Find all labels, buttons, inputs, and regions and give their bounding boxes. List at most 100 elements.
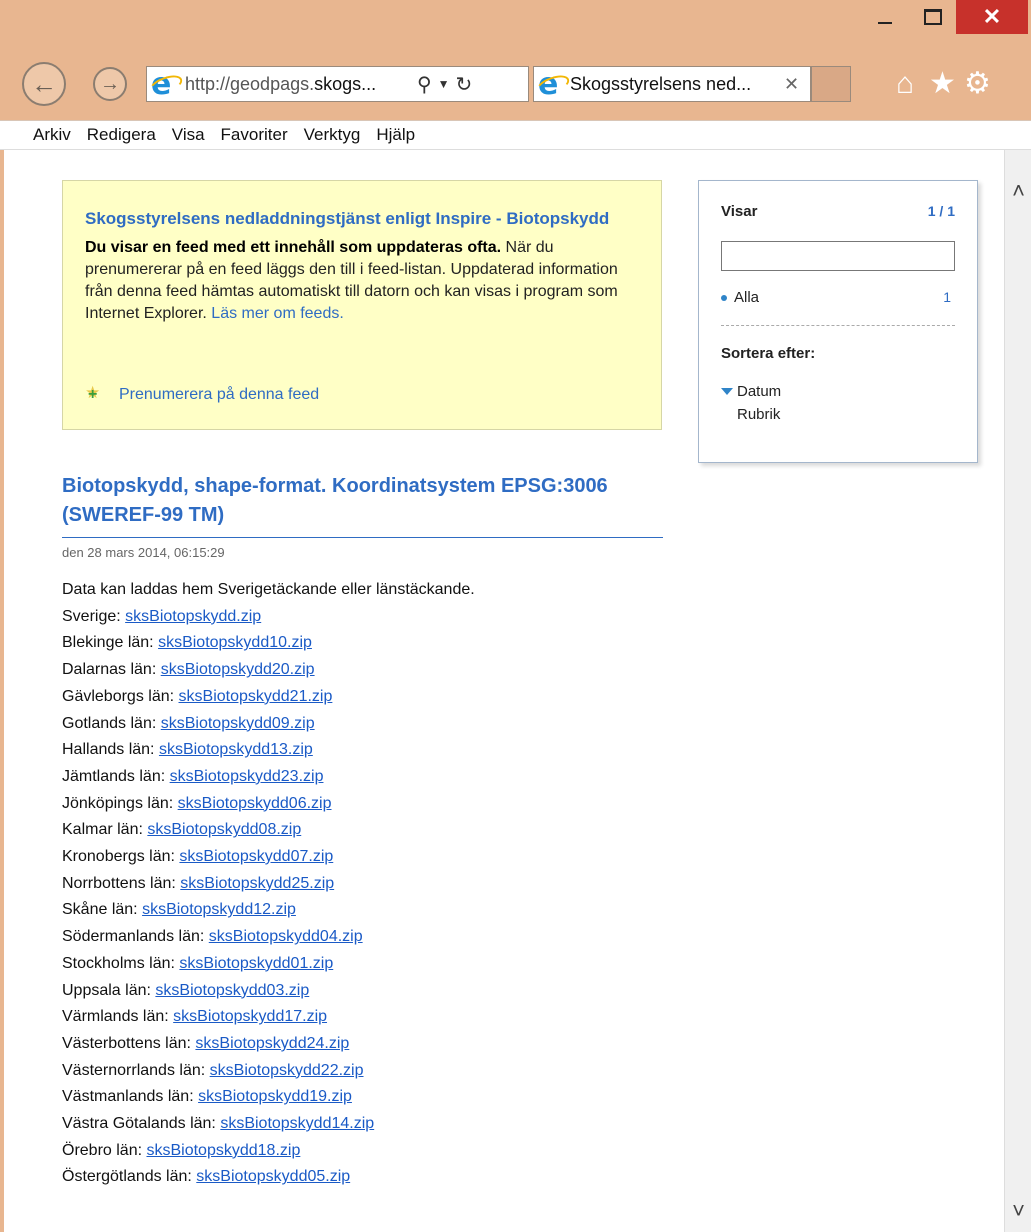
download-link[interactable]: sksBiotopskydd19.zip: [198, 1088, 352, 1105]
download-link[interactable]: sksBiotopskydd07.zip: [179, 848, 333, 865]
subscribe-link[interactable]: ★ + Prenumerera på denna feed: [85, 383, 319, 404]
download-region-label: Uppsala län:: [62, 981, 156, 999]
download-link[interactable]: sksBiotopskydd25.zip: [180, 875, 334, 892]
menu-verktyg[interactable]: Verktyg: [296, 125, 369, 145]
sort-by-title[interactable]: Rubrik: [737, 406, 780, 423]
menu-redigera[interactable]: Redigera: [79, 125, 164, 145]
download-row: Västmanlands län: sksBiotopskydd19.zip: [62, 1084, 682, 1111]
download-link[interactable]: sksBiotopskydd20.zip: [161, 661, 315, 678]
download-row: Södermanlands län: sksBiotopskydd04.zip: [62, 924, 682, 951]
download-row: Uppsala län: sksBiotopskydd03.zip: [62, 978, 682, 1005]
download-row: Kronobergs län: sksBiotopskydd07.zip: [62, 844, 682, 871]
download-link[interactable]: sksBiotopskydd18.zip: [146, 1142, 300, 1159]
download-link[interactable]: sksBiotopskydd05.zip: [196, 1168, 350, 1185]
download-region-label: Kalmar län:: [62, 821, 148, 839]
minimize-button[interactable]: [862, 0, 908, 34]
download-link[interactable]: sksBiotopskydd23.zip: [170, 768, 324, 785]
home-icon[interactable]: ⌂: [896, 66, 914, 102]
address-bar[interactable]: e http://geodpags.skogs... ⚲ ▼ ↻: [146, 66, 529, 102]
download-region-label: Västra Götalands län:: [62, 1115, 221, 1133]
menu-favoriter[interactable]: Favoriter: [213, 125, 296, 145]
sort-by-date[interactable]: Datum: [721, 383, 781, 400]
download-region-label: Skåne län:: [62, 901, 143, 919]
download-region-label: Gävleborgs län:: [62, 687, 179, 705]
tab-active[interactable]: e Skogsstyrelsens ned... ✕: [533, 66, 811, 102]
download-region-label: Södermanlands län:: [62, 928, 209, 946]
forward-button[interactable]: →: [93, 67, 127, 101]
close-window-button[interactable]: ✕: [956, 0, 1028, 34]
menu-hjalp[interactable]: Hjälp: [368, 125, 423, 145]
entry-title[interactable]: Biotopskydd, shape-format. Koordinatsyst…: [62, 472, 662, 530]
star-icon[interactable]: ★: [929, 66, 956, 102]
page-content: Skogsstyrelsens nedladdningstjänst enlig…: [0, 150, 1004, 1232]
download-link[interactable]: sksBiotopskydd17.zip: [173, 1008, 327, 1025]
download-row: Kalmar län: sksBiotopskydd08.zip: [62, 817, 682, 844]
download-region-label: Västmanlands län:: [62, 1088, 199, 1106]
download-link[interactable]: sksBiotopskydd21.zip: [179, 688, 333, 705]
sort-label: Sortera efter:: [721, 345, 816, 362]
download-region-label: Östergötlands län:: [62, 1168, 197, 1186]
download-row: Västra Götalands län: sksBiotopskydd14.z…: [62, 1111, 682, 1138]
address-url[interactable]: http://geodpags.skogs...: [185, 74, 411, 95]
download-link[interactable]: sksBiotopskydd10.zip: [158, 634, 312, 651]
close-icon: ✕: [982, 4, 1002, 29]
search-icon[interactable]: ⚲: [417, 72, 432, 97]
download-region-label: Västernorrlands län:: [62, 1061, 210, 1079]
download-link[interactable]: sksBiotopskydd14.zip: [220, 1115, 374, 1132]
download-link[interactable]: sksBiotopskydd08.zip: [147, 821, 301, 838]
download-row: Västerbottens län: sksBiotopskydd24.zip: [62, 1031, 682, 1058]
download-link[interactable]: sksBiotopskydd.zip: [125, 608, 261, 625]
gear-icon[interactable]: ⚙: [964, 66, 991, 102]
feed-description: Du visar en feed med ett innehåll som up…: [85, 239, 618, 322]
download-row: Sverige: sksBiotopskydd.zip: [62, 604, 682, 631]
bullet-icon: [721, 294, 727, 301]
download-row: Östergötlands län: sksBiotopskydd05.zip: [62, 1164, 682, 1191]
entry-intro: Data kan laddas hem Sverigetäckande elle…: [62, 581, 475, 598]
download-link[interactable]: sksBiotopskydd22.zip: [210, 1062, 364, 1079]
download-row: Dalarnas län: sksBiotopskydd20.zip: [62, 657, 682, 684]
download-row: Blekinge län: sksBiotopskydd10.zip: [62, 630, 682, 657]
scroll-down-icon[interactable]: ˅: [1005, 1198, 1031, 1224]
filter-all-count: 1: [943, 289, 951, 305]
download-link[interactable]: sksBiotopskydd04.zip: [209, 928, 363, 945]
menu-bar: Arkiv Redigera Visa Favoriter Verktyg Hj…: [0, 120, 1031, 150]
filter-input[interactable]: [721, 241, 955, 271]
download-region-label: Dalarnas län:: [62, 661, 161, 679]
entry-body: Data kan laddas hem Sverigetäckande elle…: [62, 577, 682, 1191]
feed-filter-panel: Visar 1 / 1 Alla 1 Sortera efter: Datum …: [698, 180, 978, 463]
download-link[interactable]: sksBiotopskydd12.zip: [142, 901, 296, 918]
showing-label: Visar: [721, 203, 758, 220]
download-row: Jämtlands län: sksBiotopskydd23.zip: [62, 764, 682, 791]
scroll-up-icon[interactable]: ˄: [1005, 178, 1031, 204]
menu-visa[interactable]: Visa: [164, 125, 213, 145]
tab-close-icon[interactable]: ✕: [784, 74, 799, 95]
tab-favicon-icon: e: [534, 67, 572, 102]
download-row: Hallands län: sksBiotopskydd13.zip: [62, 737, 682, 764]
download-link[interactable]: sksBiotopskydd01.zip: [179, 955, 333, 972]
back-button[interactable]: ←: [22, 62, 66, 106]
subscribe-icon: ★ +: [85, 383, 101, 403]
vertical-scrollbar[interactable]: ˄ ˅: [1004, 150, 1031, 1232]
refresh-icon[interactable]: ↻: [456, 72, 473, 97]
download-row: Värmlands län: sksBiotopskydd17.zip: [62, 1004, 682, 1031]
sort-triangle-icon: [721, 388, 733, 395]
download-link[interactable]: sksBiotopskydd09.zip: [161, 715, 315, 732]
download-link[interactable]: sksBiotopskydd24.zip: [195, 1035, 349, 1052]
feeds-info-link[interactable]: Läs mer om feeds.: [211, 305, 344, 322]
title-bar: ✕ ← → e http://geodpags.skogs... ⚲ ▼ ↻ e…: [0, 0, 1031, 120]
download-link[interactable]: sksBiotopskydd13.zip: [159, 741, 313, 758]
download-region-label: Norrbottens län:: [62, 874, 181, 892]
dropdown-chevron-icon[interactable]: ▼: [438, 77, 450, 91]
download-row: Västernorrlands län: sksBiotopskydd22.zi…: [62, 1058, 682, 1085]
forward-arrow-icon: →: [100, 72, 120, 95]
ie-logo-icon: e: [147, 67, 185, 102]
filter-all[interactable]: Alla: [721, 289, 759, 306]
maximize-button[interactable]: [910, 0, 956, 34]
download-region-label: Kronobergs län:: [62, 848, 180, 866]
new-tab-button[interactable]: [811, 66, 851, 102]
menu-arkiv[interactable]: Arkiv: [0, 125, 79, 145]
download-link[interactable]: sksBiotopskydd03.zip: [155, 982, 309, 999]
download-region-label: Hallands län:: [62, 741, 159, 759]
download-region-label: Sverige:: [62, 607, 126, 625]
download-link[interactable]: sksBiotopskydd06.zip: [178, 795, 332, 812]
